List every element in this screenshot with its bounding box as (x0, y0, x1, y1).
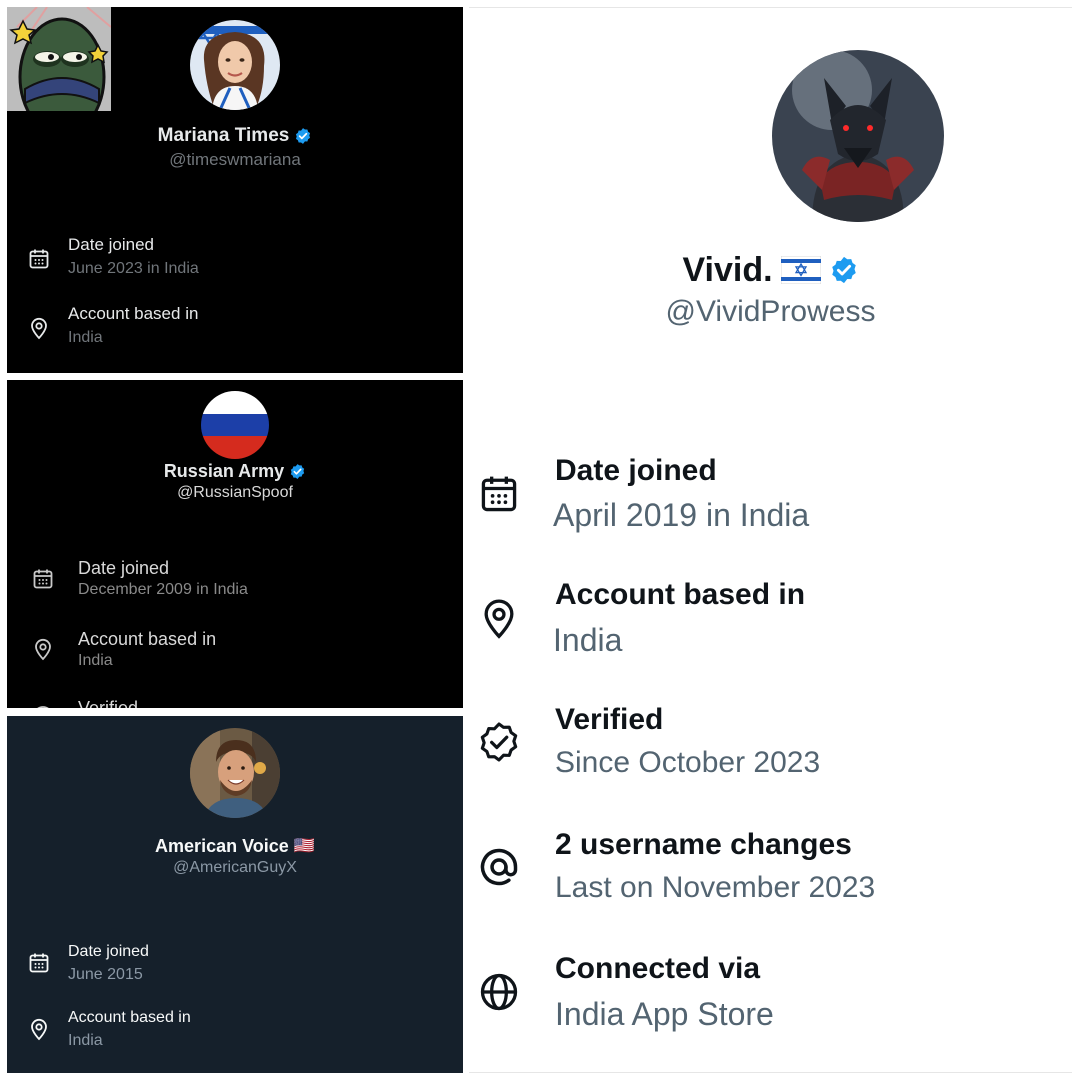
row-label-account-based-in: Account based in (78, 629, 217, 649)
profile-card-mariana-times: Mariana Times @timeswmariana Date joined… (7, 7, 463, 373)
row-value-account-based-in: India (553, 622, 623, 658)
display-name-row: American Voice 🇺🇸 (7, 835, 463, 857)
location-pin-icon (27, 1017, 51, 1041)
row-value-verified: Since October 2023 (555, 746, 821, 779)
calendar-icon (27, 951, 51, 975)
row-label-account-based-in: Account based in (68, 1009, 191, 1026)
verified-icon (31, 704, 55, 708)
row-label-date-joined: Date joined (68, 235, 155, 254)
row-label-username-changes: 2 username changes (555, 828, 852, 861)
row-value-account-based-in: India (68, 1032, 103, 1049)
display-name: Russian Army (163, 460, 285, 481)
display-name: American Voice (155, 835, 289, 856)
row-value-date-joined: April 2019 in India (553, 497, 810, 533)
row-label-account-based-in: Account based in (68, 304, 199, 323)
avatar-american-voice[interactable] (190, 728, 280, 818)
calendar-icon (27, 247, 51, 271)
row-label-date-joined: Date joined (78, 558, 170, 578)
username-handle: @VividProwess (665, 295, 876, 328)
us-flag-emoji: 🇺🇸 (293, 836, 315, 855)
verified-badge-icon (289, 463, 306, 480)
row-value-account-based-in: India (78, 652, 113, 669)
display-name: Mariana Times (157, 125, 290, 146)
location-pin-icon (27, 316, 51, 340)
display-name-row: Russian Army (7, 460, 463, 482)
display-name: Vivid. (682, 250, 773, 289)
profile-card-vivid: Vivid. 🇮🇱 @VividProwess Date joined Apri… (469, 7, 1072, 1073)
username-handle: @AmericanGuyX (173, 859, 297, 876)
at-sign-icon (477, 845, 521, 889)
row-value-connected-via: India App Store (555, 996, 774, 1032)
row-label-date-joined: Date joined (68, 943, 149, 960)
globe-icon (477, 970, 521, 1014)
row-label-verified: Verified (78, 698, 139, 708)
row-value-date-joined: June 2015 (68, 966, 143, 983)
avatar-russian-flag[interactable] (201, 391, 269, 459)
profile-card-american-voice: American Voice 🇺🇸 @AmericanGuyX Date joi… (7, 716, 463, 1073)
username-handle: @RussianSpoof (177, 484, 293, 501)
username-handle: @timeswmariana (169, 150, 301, 169)
display-name-row: Vivid. 🇮🇱 (469, 250, 1072, 290)
location-pin-icon (31, 637, 55, 661)
calendar-icon (477, 472, 521, 516)
verified-badge-icon (829, 255, 859, 285)
profile-card-russian-army: Russian Army @RussianSpoof Date joined D… (7, 380, 463, 708)
row-label-account-based-in: Account based in (555, 578, 806, 611)
cartoon-sticker-image (7, 7, 111, 111)
calendar-icon (31, 567, 55, 591)
israel-flag-icon (780, 256, 821, 284)
verified-seal-icon (477, 720, 521, 764)
row-value-date-joined: December 2009 in India (78, 581, 248, 598)
row-label-connected-via: Connected via (555, 952, 761, 985)
row-value-account-based-in: India (68, 329, 103, 346)
location-pin-icon (477, 596, 521, 640)
row-value-date-joined: June 2023 in India (68, 260, 199, 277)
row-label-verified: Verified (555, 703, 664, 736)
avatar-mariana-times[interactable] (190, 20, 280, 110)
display-name-row: Mariana Times (7, 125, 463, 147)
verified-badge-icon (294, 127, 312, 145)
avatar-vivid-wolf-warrior[interactable] (772, 50, 944, 222)
row-label-date-joined: Date joined (555, 454, 717, 487)
row-value-username-changes: Last on November 2023 (555, 871, 876, 904)
